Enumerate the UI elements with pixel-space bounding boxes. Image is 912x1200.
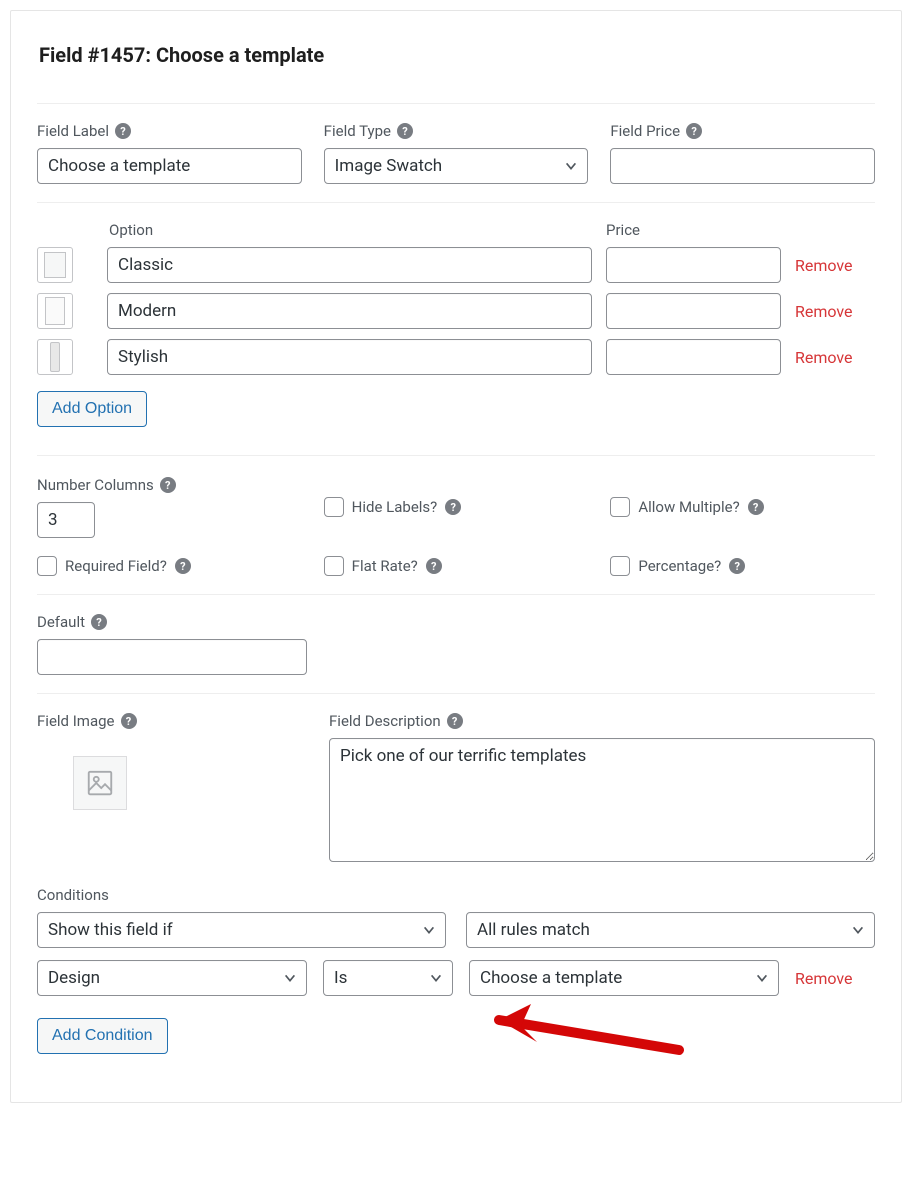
number-columns-input[interactable]: [37, 502, 95, 538]
divider: [37, 202, 875, 203]
divider: [37, 693, 875, 694]
hide-labels-checkbox[interactable]: [324, 497, 344, 517]
field-label-input[interactable]: [37, 148, 302, 184]
condition-match-select[interactable]: All rules match: [466, 912, 875, 948]
field-type-select[interactable]: Image Swatch: [324, 148, 589, 184]
number-columns-text: Number Columns: [37, 476, 154, 494]
add-option-button[interactable]: Add Option: [37, 391, 147, 427]
help-icon[interactable]: ?: [115, 123, 131, 139]
help-icon[interactable]: ?: [397, 123, 413, 139]
conditions-label: Conditions: [37, 886, 875, 904]
option-thumb[interactable]: [37, 247, 73, 283]
settings-row-1: Number Columns ? Hide Labels? ? Allow Mu…: [37, 476, 875, 538]
default-text: Default: [37, 613, 85, 631]
option-row: Remove: [37, 247, 875, 283]
remove-condition-button[interactable]: Remove: [795, 969, 875, 988]
field-description-textarea[interactable]: Pick one of our terrific templates: [329, 738, 875, 862]
panel-title: Field #1457: Choose a template: [39, 43, 875, 67]
field-label-text: Field Label: [37, 122, 109, 140]
field-description-text: Field Description: [329, 712, 441, 730]
option-thumb[interactable]: [37, 339, 73, 375]
conditions-section: Conditions Show this field if All rules …: [37, 886, 875, 1072]
flat-rate-label: Flat Rate?: [352, 557, 418, 575]
field-type-label: Field Type ?: [324, 122, 589, 140]
option-price-input[interactable]: [606, 293, 781, 329]
help-icon[interactable]: ?: [121, 713, 137, 729]
field-price-label: Field Price ?: [610, 122, 875, 140]
arrow-icon: [469, 1002, 689, 1070]
flat-rate-checkbox[interactable]: [324, 556, 344, 576]
number-columns-label: Number Columns ?: [37, 476, 302, 494]
annotation-arrow: Add Condition: [37, 1012, 875, 1072]
options-header: Option Price: [37, 221, 875, 241]
percentage-label: Percentage?: [638, 557, 721, 575]
remove-option-button[interactable]: Remove: [795, 302, 875, 321]
help-icon[interactable]: ?: [91, 614, 107, 630]
default-label: Default ?: [37, 613, 307, 631]
image-placeholder-icon[interactable]: [73, 756, 127, 810]
field-description-label: Field Description ?: [329, 712, 875, 730]
help-icon[interactable]: ?: [729, 558, 745, 574]
option-thumb[interactable]: [37, 293, 73, 329]
condition-rule-row: Design Is Choose a template: [37, 960, 875, 996]
divider: [37, 103, 875, 104]
help-icon[interactable]: ?: [447, 713, 463, 729]
field-price-text: Field Price: [610, 122, 680, 140]
add-condition-button[interactable]: Add Condition: [37, 1018, 168, 1054]
price-col-label: Price: [606, 221, 781, 239]
option-row: Remove: [37, 339, 875, 375]
option-price-input[interactable]: [606, 339, 781, 375]
option-name-input[interactable]: [107, 293, 592, 329]
help-icon[interactable]: ?: [426, 558, 442, 574]
field-image-label: Field Image ?: [37, 712, 307, 730]
top-fields-row: Field Label ? Field Type ? Image Swatch …: [37, 122, 875, 184]
field-label-label: Field Label ?: [37, 122, 302, 140]
divider: [37, 455, 875, 456]
percentage-checkbox[interactable]: [610, 556, 630, 576]
field-image-text: Field Image: [37, 712, 115, 730]
remove-option-button[interactable]: Remove: [795, 348, 875, 367]
option-col-label: Option: [109, 221, 592, 239]
help-icon[interactable]: ?: [175, 558, 191, 574]
hide-labels-label: Hide Labels?: [352, 498, 438, 516]
allow-multiple-label: Allow Multiple?: [638, 498, 739, 516]
option-price-input[interactable]: [606, 247, 781, 283]
option-name-input[interactable]: [107, 339, 592, 375]
default-row: Default ?: [37, 613, 875, 675]
rule-operator-select[interactable]: Is: [323, 960, 453, 996]
help-icon[interactable]: ?: [748, 499, 764, 515]
image-desc-row: Field Image ? Field Description ? Pick o…: [37, 712, 875, 866]
settings-row-2: Required Field? ? Flat Rate? ? Percentag…: [37, 556, 875, 576]
option-name-input[interactable]: [107, 247, 592, 283]
field-price-input[interactable]: [610, 148, 875, 184]
help-icon[interactable]: ?: [445, 499, 461, 515]
option-row: Remove: [37, 293, 875, 329]
required-field-label: Required Field?: [65, 557, 167, 575]
help-icon[interactable]: ?: [160, 477, 176, 493]
rule-field-select[interactable]: Design: [37, 960, 307, 996]
divider: [37, 594, 875, 595]
help-icon[interactable]: ?: [686, 123, 702, 139]
field-editor-panel: Field #1457: Choose a template Field Lab…: [10, 10, 902, 1103]
remove-option-button[interactable]: Remove: [795, 256, 875, 275]
field-type-text: Field Type: [324, 122, 391, 140]
default-input[interactable]: [37, 639, 307, 675]
rule-value-select[interactable]: Choose a template: [469, 960, 779, 996]
condition-visibility-select[interactable]: Show this field if: [37, 912, 446, 948]
allow-multiple-checkbox[interactable]: [610, 497, 630, 517]
required-field-checkbox[interactable]: [37, 556, 57, 576]
conditions-row-1: Show this field if All rules match: [37, 912, 875, 948]
